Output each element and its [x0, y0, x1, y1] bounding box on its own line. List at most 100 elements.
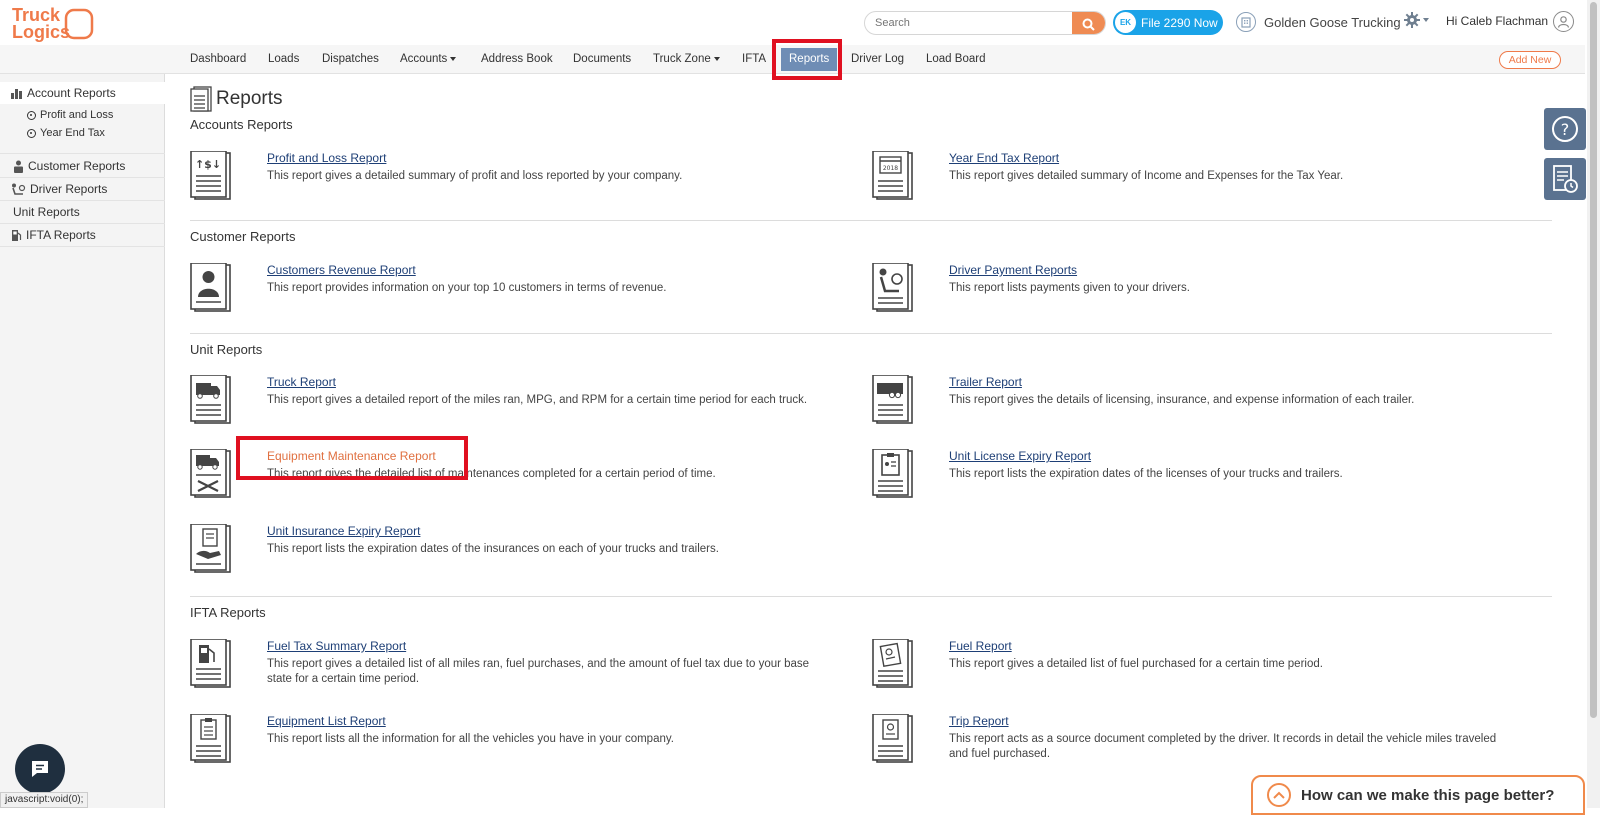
nav-truck-zone-label: Truck Zone [653, 53, 711, 65]
report-description: This report provides information on your… [267, 282, 667, 294]
section-title-accounts: Accounts Reports [190, 117, 293, 132]
company-selector[interactable]: Golden Goose Trucking [1236, 11, 1401, 33]
maintenance-icon [190, 449, 231, 498]
page-title-text: Reports [216, 88, 283, 109]
add-new-button[interactable]: Add New [1499, 51, 1561, 69]
scrollbar-thumb[interactable] [1590, 2, 1597, 718]
clipboard-icon [190, 714, 231, 763]
fuel-receipt-icon [872, 639, 913, 688]
report-link[interactable]: Equipment List Report [267, 714, 386, 728]
report-link[interactable]: Driver Payment Reports [949, 263, 1077, 277]
help-button[interactable]: ? [1544, 108, 1586, 150]
license-icon [872, 449, 913, 498]
nav-accounts[interactable]: Accounts [400, 45, 457, 74]
profit-loss-icon: ↑$↓ [190, 151, 231, 200]
search-input[interactable] [865, 12, 1071, 34]
report-description: This report gives a detailed report of t… [267, 394, 808, 406]
nav-address-book[interactable]: Address Book [481, 45, 553, 74]
report-description: This report acts as a source document co… [949, 733, 1497, 760]
sidebar-item-ifta-reports[interactable]: IFTA Reports [0, 224, 165, 246]
insurance-icon [190, 524, 231, 573]
highlight-box-reports [772, 39, 842, 80]
sidebar-divider [0, 153, 165, 154]
report-link[interactable]: Year End Tax Report [949, 151, 1059, 165]
chat-launcher[interactable] [15, 744, 65, 794]
search-box [864, 11, 1106, 35]
fuel-pump-icon [190, 639, 231, 688]
sidebar-item-label: Unit Reports [13, 205, 80, 219]
report-link[interactable]: Fuel Report [949, 639, 1012, 653]
user-avatar-icon[interactable] [1553, 11, 1574, 32]
sidebar-item-customer-reports[interactable]: Customer Reports [0, 155, 165, 177]
chat-bubble-icon [32, 761, 48, 777]
nav-dispatches[interactable]: Dispatches [322, 45, 379, 74]
section-title-customer: Customer Reports [190, 229, 296, 244]
svg-text:Logics: Logics [12, 22, 70, 42]
caret-down-icon [450, 56, 457, 61]
report-link[interactable]: Profit and Loss Report [267, 151, 386, 165]
driver-seat-icon [12, 183, 26, 195]
highlight-box-equipment-maintenance [236, 436, 468, 480]
nav-loads[interactable]: Loads [268, 45, 299, 74]
page-scrollbar[interactable] [1587, 0, 1600, 808]
sidebar-item-profit-and-loss[interactable]: Profit and Loss [0, 106, 165, 124]
feedback-tab[interactable]: How can we make this page better? [1251, 775, 1585, 815]
sidebar-item-year-end-tax[interactable]: Year End Tax [0, 124, 165, 142]
report-link[interactable]: Trip Report [949, 714, 1009, 728]
section-divider [190, 220, 1552, 221]
sidebar-item-driver-reports[interactable]: Driver Reports [0, 178, 165, 200]
page-title: Reports [190, 86, 283, 112]
calendar-2018-icon: 2018 [872, 151, 913, 200]
report-description: This report lists payments given to your… [949, 282, 1190, 294]
caret-down-icon [713, 56, 720, 61]
fuel-pump-icon [12, 229, 22, 241]
chart-bars-icon [11, 89, 22, 99]
nav-load-board[interactable]: Load Board [926, 45, 985, 74]
report-description: This report gives a detailed list of fue… [949, 658, 1323, 670]
report-description: This report gives the details of licensi… [949, 394, 1415, 406]
section-divider [190, 333, 1552, 334]
nav-dashboard[interactable]: Dashboard [190, 45, 246, 74]
ek-badge-icon: EK [1115, 12, 1136, 33]
building-icon [1236, 12, 1256, 32]
svg-text:?: ? [1561, 120, 1570, 139]
report-link[interactable]: Unit License Expiry Report [949, 449, 1091, 463]
driver-icon [872, 263, 913, 312]
report-description: This report gives a detailed list of all… [267, 658, 810, 685]
report-description: This report lists the expiration dates o… [949, 468, 1343, 480]
report-link[interactable]: Fuel Tax Summary Report [267, 639, 406, 653]
trucklogics-logo[interactable]: Truck Logics [10, 4, 94, 42]
report-description: This report lists all the information fo… [267, 733, 674, 745]
nav-documents[interactable]: Documents [573, 45, 631, 74]
settings-menu[interactable] [1403, 11, 1429, 29]
user-greeting[interactable]: Hi Caleb Flachman [1446, 14, 1548, 28]
sidebar-item-unit-reports[interactable]: Unit Reports [0, 201, 165, 223]
sidebar-item-label: Account Reports [27, 86, 116, 100]
report-link[interactable]: Customers Revenue Report [267, 263, 416, 277]
report-history-button[interactable] [1544, 158, 1586, 200]
trip-icon [872, 714, 913, 763]
nav-ifta[interactable]: IFTA [742, 45, 766, 74]
search-button[interactable] [1072, 12, 1105, 34]
customer-icon [190, 263, 231, 312]
report-link[interactable]: Trailer Report [949, 375, 1022, 389]
nav-accounts-label: Accounts [400, 53, 448, 65]
svg-text:↑$↓: ↑$↓ [195, 158, 221, 171]
bullet-circle-icon [27, 128, 36, 138]
sidebar: Account Reports Profit and Loss Year End… [0, 74, 165, 808]
nav-driver-log[interactable]: Driver Log [851, 45, 904, 74]
sidebar-item-label: Profit and Loss [40, 109, 114, 121]
sidebar-item-label: IFTA Reports [26, 228, 96, 242]
gear-icon [1404, 12, 1420, 28]
chevron-up-icon [1267, 783, 1291, 807]
section-title-unit: Unit Reports [190, 342, 263, 357]
sidebar-item-account-reports[interactable]: Account Reports [0, 82, 165, 104]
truck-icon [190, 375, 231, 424]
file-2290-button[interactable]: EK File 2290 Now [1113, 10, 1223, 35]
svg-text:2018: 2018 [883, 165, 898, 172]
report-link[interactable]: Truck Report [267, 375, 336, 389]
report-description: This report gives detailed summary of In… [949, 170, 1344, 182]
section-title-ifta: IFTA Reports [190, 605, 266, 620]
report-link[interactable]: Unit Insurance Expiry Report [267, 524, 420, 538]
nav-truck-zone[interactable]: Truck Zone [653, 45, 720, 74]
